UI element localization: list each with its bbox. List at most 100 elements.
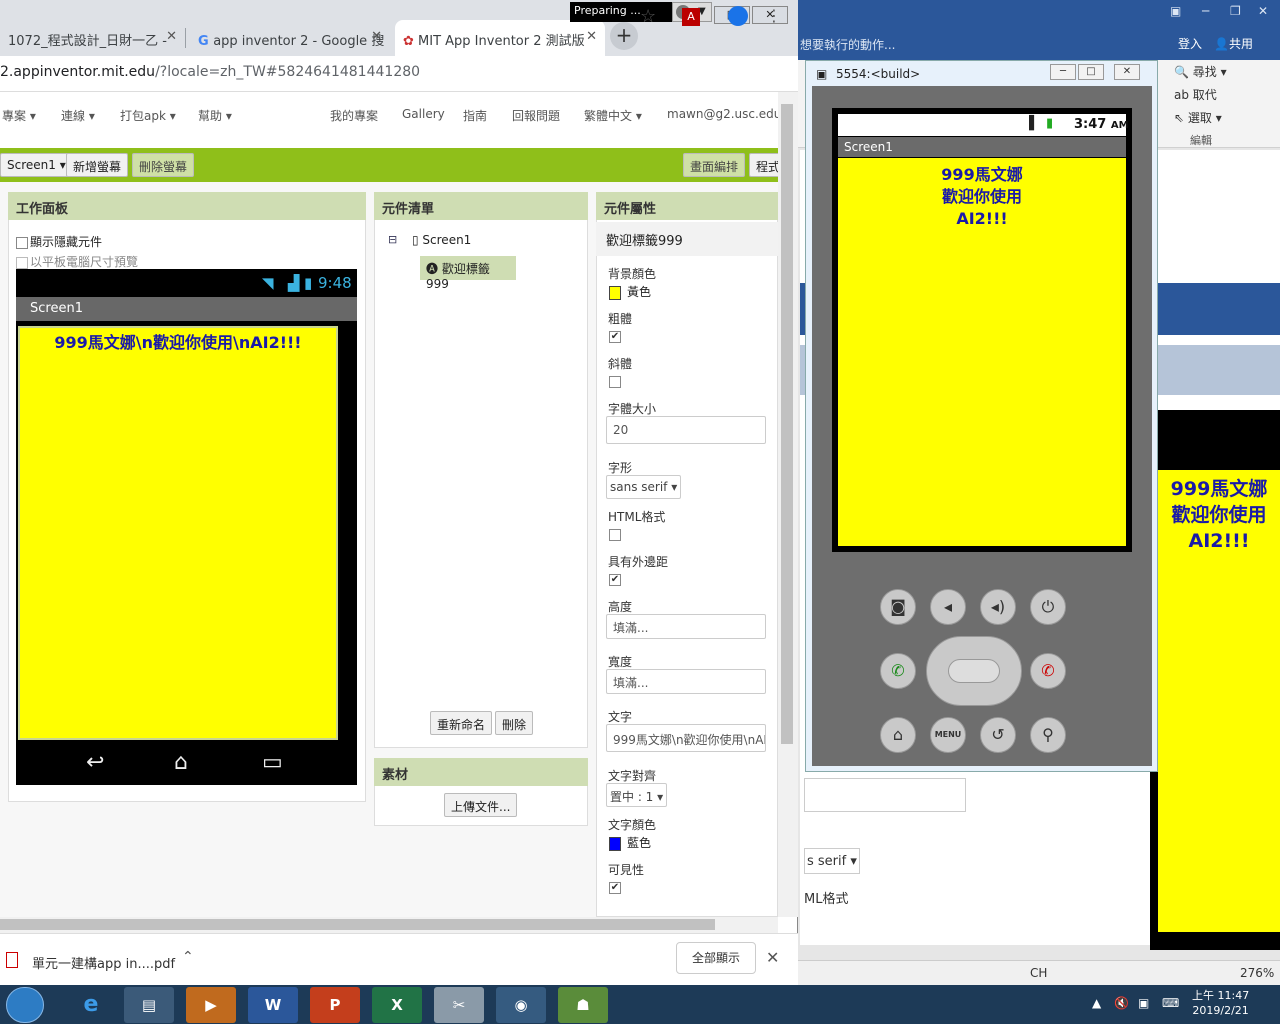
word-icon[interactable]: W bbox=[248, 987, 298, 1023]
page-scrollbar-thumb[interactable] bbox=[781, 104, 793, 744]
menu-build[interactable]: 打包apk ▾ bbox=[120, 107, 176, 124]
powerpoint-icon[interactable]: P bbox=[310, 987, 360, 1023]
tree-screen1[interactable]: ▯ Screen1 bbox=[412, 233, 471, 247]
word-share-button[interactable]: 👤共用 bbox=[1214, 35, 1253, 52]
tablet-preview-checkbox[interactable]: 以平板電腦尺寸預覽 bbox=[16, 253, 138, 270]
word-login[interactable]: 登入 bbox=[1178, 35, 1202, 52]
tab-course[interactable]: 1072_程式設計_日財一乙 - ✕ bbox=[0, 20, 185, 56]
download-item[interactable]: 單元一建構app in....pdf bbox=[32, 953, 175, 972]
taskbar-clock[interactable]: 上午 11:47 2019/2/21 bbox=[1192, 988, 1249, 1018]
fontsize-input[interactable]: 20 bbox=[606, 416, 766, 444]
explorer-icon[interactable]: ▤ bbox=[124, 987, 174, 1023]
text-input[interactable]: 999馬文娜\n歡迎你使用\nAI bbox=[606, 724, 766, 752]
nav-account[interactable]: mawn@g2.usc.edu.t bbox=[667, 107, 790, 121]
search-icon[interactable]: ⚲ bbox=[1030, 717, 1066, 753]
tray-expand-icon[interactable]: ▲ bbox=[1092, 996, 1101, 1010]
nav-language[interactable]: 繁體中文 ▾ bbox=[584, 107, 642, 124]
power-icon[interactable]: ⏻ bbox=[1030, 589, 1066, 625]
kebab-menu-icon[interactable]: ⋮ bbox=[766, 6, 782, 25]
back-icon[interactable]: ↺ bbox=[980, 717, 1016, 753]
phone-screen-canvas[interactable] bbox=[18, 326, 338, 740]
start-button[interactable] bbox=[6, 987, 44, 1023]
tab-app-inventor[interactable]: ✿ MIT App Inventor 2 測試版 ✕ bbox=[395, 20, 605, 56]
profile-avatar[interactable] bbox=[728, 6, 748, 26]
url-text[interactable]: 2.appinventor.mit.edu/?locale=zh_TW#5824… bbox=[0, 64, 420, 80]
android-icon[interactable]: ☗ bbox=[558, 987, 608, 1023]
italic-checkbox[interactable] bbox=[609, 374, 623, 388]
prop-text-color[interactable]: 藍色 bbox=[609, 834, 651, 851]
keyboard-icon[interactable]: ⌨ bbox=[1162, 996, 1179, 1010]
prop-margins-label: 具有外邊距 bbox=[608, 555, 669, 569]
address-bar[interactable]: 2.appinventor.mit.edu/?locale=zh_TW#5824… bbox=[0, 56, 798, 92]
ime-indicator[interactable]: CH bbox=[1030, 966, 1047, 980]
word-find[interactable]: 🔍 尋找 ▾ bbox=[1174, 63, 1227, 80]
emulator-maximize-button[interactable]: □ bbox=[1078, 64, 1104, 80]
menu-help[interactable]: 幫助 ▾ bbox=[198, 107, 232, 124]
width-input[interactable]: 填滿... bbox=[606, 669, 766, 694]
dpad-center[interactable] bbox=[948, 659, 1000, 683]
tab-google-search[interactable]: G app inventor 2 - Google 搜 ✕ bbox=[190, 20, 390, 56]
delete-button[interactable]: 刪除 bbox=[495, 711, 534, 735]
acrobat-extension-icon[interactable]: A bbox=[682, 8, 700, 26]
chevron-up-icon[interactable]: ⌃ bbox=[182, 949, 194, 965]
menu-connect[interactable]: 連線 ▾ bbox=[61, 107, 95, 124]
word-minimize-icon[interactable]: ─ bbox=[1202, 4, 1209, 18]
volume-up-icon[interactable]: ◂) bbox=[980, 589, 1016, 625]
end-call-icon[interactable]: ✆ bbox=[1030, 653, 1066, 689]
volume-icon[interactable]: 🔇 bbox=[1114, 996, 1129, 1010]
ie-icon[interactable]: e bbox=[66, 987, 116, 1023]
screen-select[interactable]: Screen1 ▾ bbox=[0, 153, 73, 177]
nav-guide[interactable]: 指南 bbox=[463, 107, 487, 124]
word-replace[interactable]: ab 取代 bbox=[1174, 86, 1217, 103]
chrome-icon[interactable]: ◉ bbox=[496, 987, 546, 1023]
close-icon[interactable]: ✕ bbox=[766, 948, 779, 967]
rename-button[interactable]: 重新命名 bbox=[430, 711, 493, 735]
emulator-close-button[interactable]: ✕ bbox=[1114, 64, 1140, 80]
new-tab-button[interactable]: + bbox=[610, 22, 638, 50]
phone-time: 9:48 bbox=[318, 274, 352, 292]
nav-report[interactable]: 回報問題 bbox=[512, 107, 560, 124]
word-close-icon[interactable]: ✕ bbox=[1258, 4, 1268, 18]
bookmark-star-icon[interactable]: ☆ bbox=[640, 6, 656, 27]
margins-checkbox[interactable]: ✔ bbox=[609, 572, 623, 586]
close-icon[interactable]: ✕ bbox=[371, 29, 382, 44]
close-icon[interactable]: ✕ bbox=[166, 29, 177, 44]
show-hidden-checkbox[interactable]: 顯示隱藏元件 bbox=[16, 233, 102, 250]
camera-icon[interactable]: ◙ bbox=[880, 589, 916, 625]
word-select[interactable]: ⇖ 選取 ▾ bbox=[1174, 109, 1222, 126]
network-icon[interactable]: ▣ bbox=[1138, 996, 1149, 1010]
word-ribbon-display-icon[interactable]: ▣ bbox=[1170, 4, 1181, 18]
welcome-label-preview[interactable]: 999馬文娜\n歡迎你使用\nAI2!!! bbox=[22, 329, 334, 353]
html-checkbox[interactable] bbox=[609, 527, 623, 541]
call-icon[interactable]: ✆ bbox=[880, 653, 916, 689]
prop-bg-color[interactable]: 黃色 bbox=[609, 283, 651, 300]
label-icon: 🅐 bbox=[426, 262, 442, 276]
add-screen-button[interactable]: 新增螢幕 bbox=[66, 153, 129, 177]
collapse-icon[interactable]: ⊟ bbox=[388, 233, 397, 246]
show-all-button[interactable]: 全部顯示 bbox=[676, 942, 756, 974]
word-tellme[interactable]: 想要執行的動作... bbox=[800, 36, 895, 53]
nav-gallery[interactable]: Gallery bbox=[402, 107, 445, 121]
snipping-tool-icon[interactable]: ✂ bbox=[434, 987, 484, 1023]
excel-icon[interactable]: X bbox=[372, 987, 422, 1023]
visible-checkbox[interactable]: ✔ bbox=[609, 880, 623, 894]
media-player-icon[interactable]: ▶ bbox=[186, 987, 236, 1023]
menu-icon[interactable]: MENU bbox=[930, 717, 966, 753]
emulator-minimize-button[interactable]: ─ bbox=[1050, 64, 1076, 80]
word-restore-icon[interactable]: ❐ bbox=[1230, 4, 1241, 18]
word-zoom[interactable]: 276% bbox=[1240, 966, 1274, 980]
upload-button[interactable]: 上傳文件... bbox=[444, 793, 518, 817]
tree-welcome-label[interactable]: 🅐 歡迎標籤999 bbox=[420, 256, 516, 291]
bold-checkbox[interactable]: ✔ bbox=[609, 329, 623, 343]
close-icon[interactable]: ✕ bbox=[586, 29, 597, 44]
nav-my-projects[interactable]: 我的專案 bbox=[330, 107, 378, 124]
height-input[interactable]: 填滿... bbox=[606, 614, 766, 639]
volume-down-icon[interactable]: ◂ bbox=[930, 589, 966, 625]
typeface-select[interactable]: sans serif ▾ bbox=[606, 475, 682, 499]
align-select[interactable]: 置中 : 1 ▾ bbox=[606, 783, 668, 807]
remove-screen-button[interactable]: 刪除螢幕 bbox=[132, 153, 195, 177]
menu-project[interactable]: 專案 ▾ bbox=[2, 107, 36, 124]
designer-button[interactable]: 畫面編排 bbox=[683, 153, 746, 177]
home-icon[interactable]: ⌂ bbox=[880, 717, 916, 753]
horizontal-scrollbar-thumb[interactable] bbox=[0, 919, 715, 930]
